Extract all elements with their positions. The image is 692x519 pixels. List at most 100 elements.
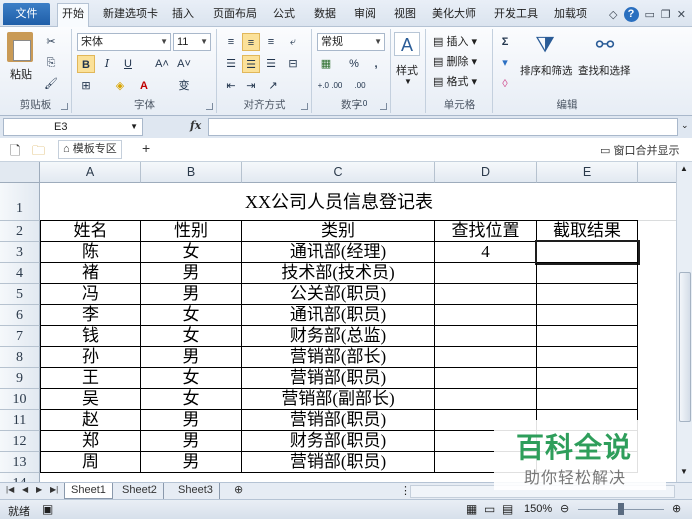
fill-icon[interactable]: ▾ — [496, 54, 514, 72]
restore-icon[interactable]: ❐ — [661, 8, 671, 21]
cell-category-row-6[interactable]: 通讯部(职员) — [242, 305, 435, 326]
underline-button[interactable]: U — [119, 55, 137, 73]
row-header-13[interactable]: 13 — [0, 452, 40, 473]
new-document-icon[interactable]: 🗋 — [10, 142, 20, 164]
close-icon[interactable]: ✕ — [677, 8, 686, 21]
cell-name-row-8[interactable]: 孙 — [40, 347, 141, 368]
cell-category-row-8[interactable]: 营销部(部长) — [242, 347, 435, 368]
merge-center-icon[interactable]: ⊟ — [284, 55, 302, 73]
row-header-10[interactable]: 10 — [0, 389, 40, 410]
cell-find-position-row-10[interactable] — [435, 389, 537, 410]
scroll-down-icon[interactable]: ▼ — [680, 467, 688, 476]
page-layout-view-icon[interactable]: ▭ — [484, 502, 495, 516]
tab-review[interactable]: 审阅 — [350, 4, 380, 27]
copy-icon[interactable]: ⎘ — [42, 54, 60, 72]
wrap-text-icon[interactable]: ⤶ — [284, 33, 302, 51]
page-break-view-icon[interactable]: ▤ — [502, 502, 513, 516]
column-header-f[interactable] — [638, 162, 676, 183]
number-format-combo[interactable]: 常规 ▼ — [317, 33, 385, 51]
sheet-tab-2[interactable]: Sheet2 — [116, 483, 164, 499]
styles-icon[interactable]: A — [394, 32, 420, 56]
tab-beautify-master[interactable]: 美化大师 — [428, 4, 480, 27]
tab-new-tab[interactable]: 新建选项卡 — [99, 4, 162, 27]
cell-name-row-7[interactable]: 钱 — [40, 326, 141, 347]
help-icon[interactable]: ? — [623, 6, 639, 22]
cell-category-row-3[interactable]: 通讯部(经理) — [242, 242, 435, 263]
formula-input[interactable] — [208, 118, 678, 136]
styles-dropdown-icon[interactable]: ▼ — [404, 77, 412, 86]
zoom-in-icon[interactable]: ⊕ — [672, 502, 681, 515]
align-middle-icon[interactable]: ≡ — [242, 33, 260, 51]
cell-gender-row-13[interactable]: 男 — [141, 452, 242, 473]
format-painter-icon[interactable]: 🖌 — [42, 75, 60, 93]
autosum-button[interactable]: Σ — [496, 33, 514, 51]
row-header-12[interactable]: 12 — [0, 431, 40, 452]
prev-sheet-icon[interactable]: ◀ — [22, 485, 28, 494]
font-size-combo[interactable]: 11 ▼ — [173, 33, 211, 51]
align-top-icon[interactable]: ≡ — [222, 33, 240, 51]
cell-extract-result-row-10[interactable] — [537, 389, 638, 410]
align-center-icon[interactable]: ☰ — [242, 55, 260, 73]
cell-extract-result-row-4[interactable] — [537, 263, 638, 284]
increase-decimal-button[interactable]: +.0 .00 — [317, 77, 343, 95]
tab-developer[interactable]: 开发工具 — [490, 4, 542, 27]
cell-find-position-row-8[interactable] — [435, 347, 537, 368]
italic-button[interactable]: I — [98, 55, 116, 73]
cell-name-row-4[interactable]: 褚 — [40, 263, 141, 284]
cell-gender-row-4[interactable]: 男 — [141, 263, 242, 284]
tab-home[interactable]: 开始 — [57, 3, 89, 28]
row-header-6[interactable]: 6 — [0, 305, 40, 326]
font-launcher[interactable] — [206, 103, 213, 110]
insert-cells-button[interactable]: ▤ 插入 ▾ — [433, 33, 477, 49]
column-header-a[interactable]: A — [40, 162, 141, 183]
align-left-icon[interactable]: ☰ — [222, 55, 240, 73]
expand-formula-icon[interactable]: ⌄ — [681, 120, 689, 131]
open-folder-icon[interactable]: 🗀 — [32, 142, 45, 164]
header-cell-extract-result[interactable]: 截取结果 — [537, 221, 638, 242]
clipboard-launcher[interactable] — [61, 103, 68, 110]
cell-extract-result-row-3[interactable] — [535, 240, 640, 265]
row-header-1[interactable]: 1 — [0, 183, 40, 221]
font-color-icon[interactable]: A — [135, 77, 153, 95]
font-name-combo[interactable]: 宋体 ▼ — [77, 33, 171, 51]
find-select-button[interactable]: 查找和选择 — [578, 63, 631, 78]
template-zone-tab[interactable]: ⌂ 模板专区 — [58, 140, 122, 159]
collapse-ribbon-icon[interactable]: ◇ — [609, 8, 617, 21]
row-header-3[interactable]: 3 — [0, 242, 40, 263]
header-cell-category[interactable]: 类别 — [242, 221, 435, 242]
tab-page-layout[interactable]: 页面布局 — [209, 4, 261, 27]
row-header-11[interactable]: 11 — [0, 410, 40, 431]
accounting-format-icon[interactable]: ▦ — [317, 55, 335, 73]
sheet-title-cell[interactable]: XX公司人员信息登记表 — [40, 183, 638, 221]
cell-name-row-11[interactable]: 赵 — [40, 410, 141, 431]
cell-category-row-12[interactable]: 财务部(职员) — [242, 431, 435, 452]
add-tab-button[interactable]: + — [142, 140, 150, 156]
scroll-up-icon[interactable]: ▲ — [680, 164, 688, 173]
cell-gender-row-10[interactable]: 女 — [141, 389, 242, 410]
cell-name-row-9[interactable]: 王 — [40, 368, 141, 389]
cell-find-position-row-9[interactable] — [435, 368, 537, 389]
row-header-4[interactable]: 4 — [0, 263, 40, 284]
cell-category-row-5[interactable]: 公关部(职员) — [242, 284, 435, 305]
cell-extract-result-row-7[interactable] — [537, 326, 638, 347]
delete-cells-button[interactable]: ▤ 删除 ▾ — [433, 53, 477, 69]
cell-name-row-10[interactable]: 吴 — [40, 389, 141, 410]
column-header-c[interactable]: C — [242, 162, 435, 183]
comma-button[interactable]: , — [367, 55, 385, 73]
bold-button[interactable]: B — [77, 55, 95, 73]
header-cell-gender[interactable]: 性别 — [141, 221, 242, 242]
last-sheet-icon[interactable]: ▶| — [50, 485, 58, 494]
decrease-indent-icon[interactable]: ⇤ — [222, 77, 240, 95]
cell-category-row-9[interactable]: 营销部(职员) — [242, 368, 435, 389]
tab-data[interactable]: 数据 — [310, 4, 340, 27]
minimize-icon[interactable]: ▭ — [645, 8, 655, 21]
zoom-slider-thumb[interactable] — [618, 503, 624, 515]
sort-filter-button[interactable]: 排序和筛选 — [520, 63, 573, 78]
number-launcher[interactable] — [380, 103, 387, 110]
cell-find-position-row-7[interactable] — [435, 326, 537, 347]
row-header-7[interactable]: 7 — [0, 326, 40, 347]
cell-f1[interactable] — [638, 183, 676, 221]
cell-extract-result-row-5[interactable] — [537, 284, 638, 305]
file-tab[interactable]: 文件 — [3, 3, 50, 25]
cell-gender-row-7[interactable]: 女 — [141, 326, 242, 347]
